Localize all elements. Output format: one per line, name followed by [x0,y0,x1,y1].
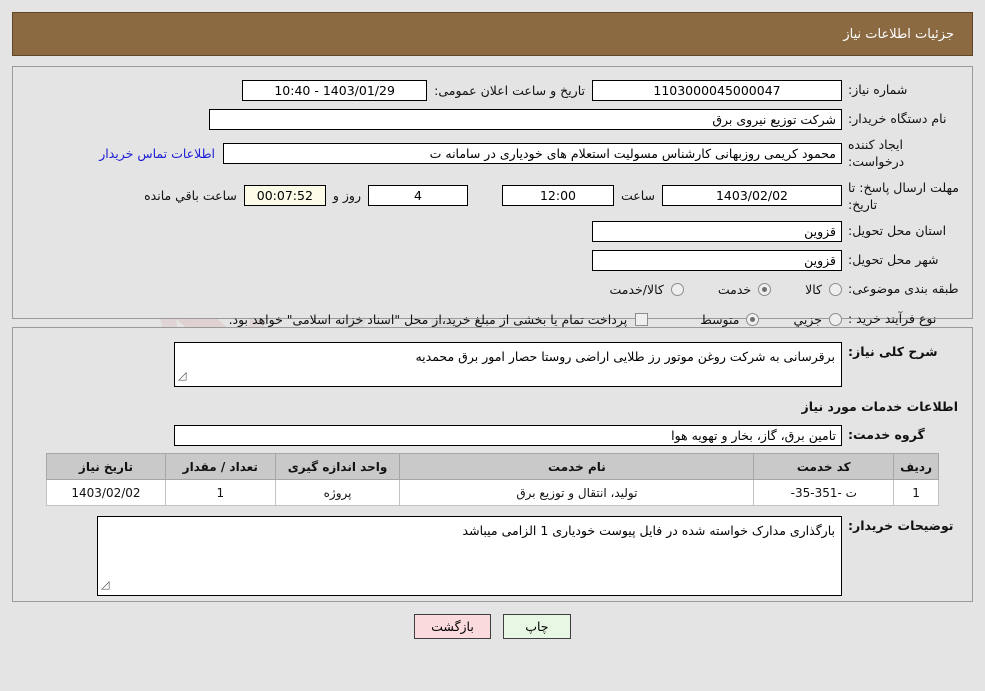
radio-icon-jozi[interactable] [829,313,842,326]
need-number-value: 1103000045000047 [592,79,842,101]
treasury-note-option[interactable]: پرداخت تمام یا بخشی از مبلغ خرید،از محل … [229,312,649,327]
need-summary-value: برقرسانی به شرکت روغن موتور رز طلایی ارا… [415,349,835,364]
province-value: قزوین [592,221,842,242]
process-type-label: نوع فرآیند خرید : [848,311,937,327]
buyer-notes-value: بارگذاری مدارک خواسته شده در فایل پیوست … [462,523,835,538]
radio-icon-motavaset[interactable] [746,313,760,326]
row-need-number: شماره نیاز: 1103000045000047 تاریخ و ساع… [25,79,960,101]
need-number-label: شماره نیاز: [848,81,908,97]
need-summary-label: شرح کلی نیاز: [848,344,938,359]
print-button[interactable]: چاپ [502,614,571,639]
column-header-need-date: تاریخ نیاز [46,453,166,480]
buyer-notes-textarea[interactable]: بارگذاری مدارک خواسته شده در فایل پیوست … [97,516,842,596]
cell-service-code: ت -351-35- [753,479,895,506]
city-value: قزوین [592,250,842,271]
category-option-khedmat-label: خدمت [717,282,752,297]
need-details-panel: شرح کلی نیاز: برقرسانی به شرکت روغن موتو… [12,327,973,602]
buyer-org-value: شرکت توزیع نیروی برق [209,108,842,130]
deadline-date-value: 1403/02/02 [662,185,842,207]
hour-label: ساعت [620,188,655,204]
countdown-label: ساعت باقي مانده [144,188,237,204]
category-label: طبقه بندی موضوعی: [848,281,959,297]
need-summary-textarea[interactable]: برقرسانی به شرکت روغن موتور رز طلایی ارا… [174,342,842,387]
process-option-motavaset-label: متوسط [700,312,740,327]
deadline-time-value: 12:00 [501,185,614,207]
cell-radif: 1 [893,479,939,506]
column-header-radif: ردیف [893,453,939,480]
row-buyer-org: نام دستگاه خریدار: شرکت توزیع نیروی برق [25,108,960,130]
cell-need-date: 1403/02/02 [46,479,166,506]
back-button[interactable]: بازگشت [414,614,491,639]
deadline-label: مهلت ارسال پاسخ: تا تاریخ: [848,179,959,212]
service-group-label: گروه خدمت: [848,426,925,442]
column-header-service-code: کد خدمت [753,453,895,480]
service-group-value: تامین برق، گاز، بخار و تهویه هوا [174,424,842,446]
row-creator: ایجاد کننده درخواست: محمود کریمی روزبهان… [25,137,960,171]
row-buyer-notes: توضیحات خریدار: بارگذاری مدارک خواسته شد… [25,516,960,596]
category-option-kala-khedmat-label: کالا/خدمت [609,282,664,297]
category-option-kala-label: کالا [805,282,822,297]
radio-icon-kala[interactable] [829,283,842,296]
row-deadline: مهلت ارسال پاسخ: تا تاریخ: 1403/02/02 سا… [25,178,960,214]
resize-grip-icon-notes[interactable]: ◺ [101,577,109,594]
services-table: ردیف کد خدمت نام خدمت واحد اندازه گیری ت… [46,453,939,506]
process-option-jozi-label: جزیي [793,312,822,327]
row-province: استان محل تحویل: قزوین [25,221,960,243]
public-announce-value: 1403/01/29 - 10:40 [242,79,428,101]
row-need-summary: شرح کلی نیاز: برقرسانی به شرکت روغن موتو… [25,342,960,387]
creator-label: ایجاد کننده درخواست: [848,137,905,169]
radio-icon-kala-khedmat[interactable] [670,283,684,296]
page-root: AriaTender.net جزئیات اطلاعات نیاز شماره… [0,12,985,691]
province-label: استان محل تحویل: [848,223,947,239]
column-header-service-name: نام خدمت [399,453,755,480]
process-option-motavaset[interactable]: متوسط [700,312,760,327]
column-header-quantity: تعداد / مقدار [164,453,276,480]
creator-value: محمود کریمی روزبهانی کارشناس مسولیت استع… [223,143,842,165]
window-title-bar: جزئیات اطلاعات نیاز [12,12,973,56]
cell-unit: پروژه [274,479,401,506]
public-announce-label: تاریخ و ساعت اعلان عمومی: [434,82,585,98]
days-remaining-value: 4 [367,185,468,207]
category-option-kala-khedmat[interactable]: کالا/خدمت [609,282,684,297]
city-label: شهر محل تحویل: [848,252,939,268]
row-service-group: گروه خدمت: تامین برق، گاز، بخار و تهویه … [25,424,960,446]
row-city: شهر محل تحویل: قزوین [25,250,960,272]
days-label: روز و [332,188,361,204]
cell-service-name: تولید، انتقال و توزیع برق [399,479,755,506]
buyer-contact-link[interactable]: اطلاعات تماس خریدار [91,146,223,161]
buyer-org-label: نام دستگاه خریدار: [848,110,947,126]
treasury-note-label: پرداخت تمام یا بخشی از مبلغ خرید،از محل … [228,312,628,327]
checkbox-icon-treasury[interactable] [635,313,649,326]
row-category: طبقه بندی موضوعی: کالا خدمت کالا/خدمت [25,279,960,301]
category-option-khedmat[interactable]: خدمت [717,282,772,297]
column-header-unit: واحد اندازه گیری [274,453,401,480]
table-header-row: ردیف کد خدمت نام خدمت واحد اندازه گیری ت… [46,453,939,480]
countdown-timer: 00:07:52 [243,185,326,207]
table-row: 1 ت -351-35- تولید، انتقال و توزیع برق پ… [46,479,939,506]
services-section-title: اطلاعات خدمات مورد نیاز [801,399,959,414]
radio-icon-khedmat[interactable] [758,283,772,296]
cell-quantity: 1 [164,479,276,506]
footer-button-bar: بازگشت چاپ [0,614,985,639]
category-option-kala[interactable]: کالا [805,282,842,297]
process-option-jozi[interactable]: جزیي [793,312,842,327]
resize-grip-icon[interactable]: ◺ [178,368,186,385]
page-title: جزئیات اطلاعات نیاز [843,26,954,42]
buyer-notes-label: توضیحات خریدار: [848,518,954,533]
general-info-panel: شماره نیاز: 1103000045000047 تاریخ و ساع… [12,66,973,327]
